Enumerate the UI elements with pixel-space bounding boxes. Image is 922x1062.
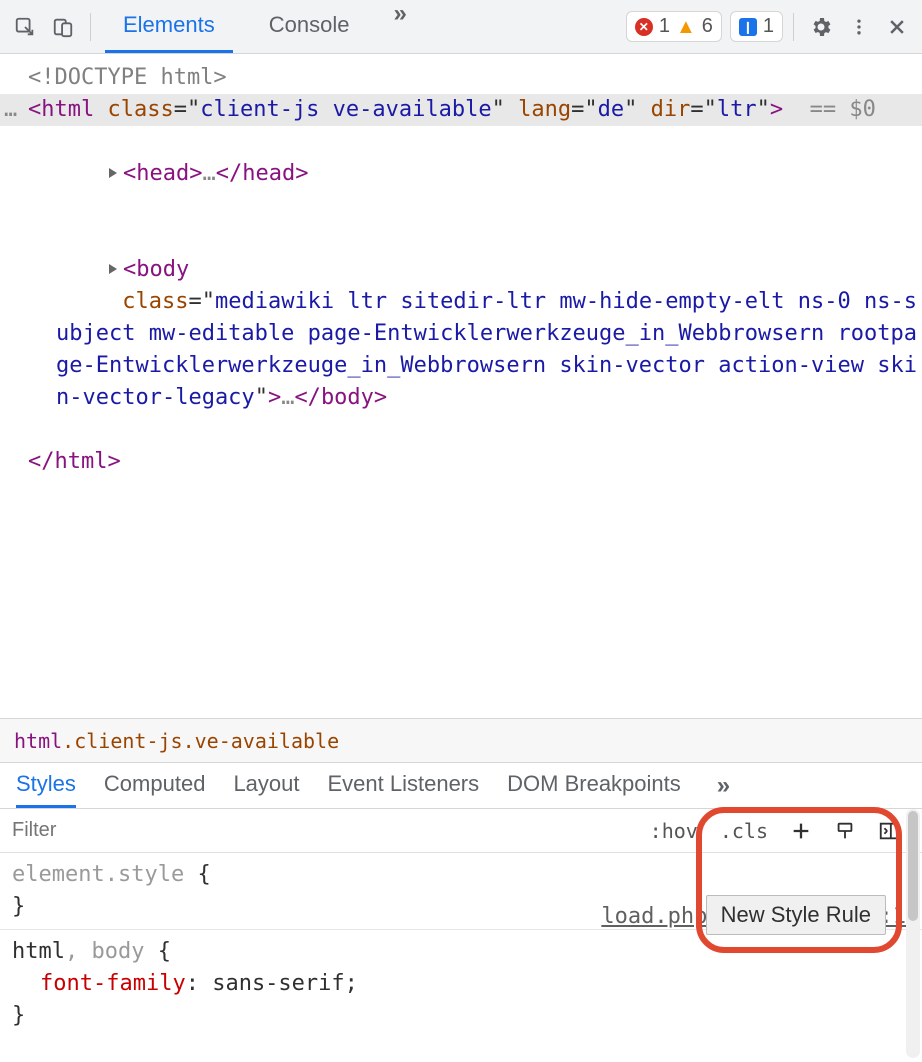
dom-node-body[interactable]: <body class="mediawiki ltr sitedir-ltr m…: [0, 222, 922, 446]
breadcrumb-tag[interactable]: html: [14, 729, 62, 753]
styles-filter-input[interactable]: [0, 809, 634, 852]
dom-doctype[interactable]: <!DOCTYPE html>: [0, 62, 922, 94]
issues-count: 1: [763, 15, 774, 38]
tab-event-listeners[interactable]: Event Listeners: [328, 763, 480, 808]
warnings-count: 6: [702, 15, 713, 38]
inspect-icon[interactable]: [8, 10, 42, 44]
tab-dom-breakpoints[interactable]: DOM Breakpoints: [507, 763, 681, 808]
paint-flash-icon[interactable]: [828, 814, 862, 848]
new-style-rule-button[interactable]: [784, 814, 818, 848]
styles-rules[interactable]: element.style { } html, body { font-fami…: [0, 853, 922, 1062]
styles-toolbar: :hov .cls: [0, 809, 922, 853]
tab-computed[interactable]: Computed: [104, 763, 206, 808]
styles-tabs: Styles Computed Layout Event Listeners D…: [0, 763, 922, 809]
tab-console[interactable]: Console: [251, 0, 368, 53]
devtools-toolbar: Elements Console » ✕ 1 ▲ 6 ❙ 1: [0, 0, 922, 54]
toolbar-separator: [90, 13, 91, 41]
breadcrumb-classes[interactable]: .client-js.ve-available: [62, 729, 339, 753]
warning-icon: ▲: [676, 17, 696, 37]
dom-node-html[interactable]: <html class="client-js ve-available" lan…: [0, 94, 922, 126]
dom-node-html-close[interactable]: </html>: [0, 446, 922, 478]
issues-icon: ❙: [739, 18, 757, 36]
errors-warnings-badge[interactable]: ✕ 1 ▲ 6: [626, 11, 722, 42]
expand-triangle-icon[interactable]: [109, 264, 117, 274]
panel-tabs: Elements Console »: [105, 0, 415, 53]
new-style-rule-tooltip: New Style Rule: [706, 895, 886, 935]
errors-count: 1: [659, 15, 670, 38]
selected-marker: == $0: [810, 97, 876, 122]
kebab-menu-icon[interactable]: [842, 10, 876, 44]
styles-pane: Styles Computed Layout Event Listeners D…: [0, 762, 922, 1062]
tab-styles[interactable]: Styles: [16, 763, 76, 808]
issues-badge[interactable]: ❙ 1: [730, 11, 783, 42]
hov-toggle[interactable]: :hov: [644, 815, 704, 847]
error-icon: ✕: [635, 18, 653, 36]
computed-sidebar-icon[interactable]: [872, 814, 906, 848]
rule-html-body[interactable]: html, body { font-family: sans-serif; }: [12, 936, 910, 1032]
more-tabs-icon[interactable]: »: [385, 0, 414, 53]
toolbar-separator: [793, 13, 794, 41]
dom-breadcrumb[interactable]: html.client-js.ve-available: [0, 718, 922, 762]
scrollbar[interactable]: [906, 809, 920, 1058]
tab-layout[interactable]: Layout: [233, 763, 299, 808]
settings-gear-icon[interactable]: [804, 10, 838, 44]
more-styles-tabs-icon[interactable]: »: [709, 772, 738, 800]
expand-triangle-icon[interactable]: [109, 168, 117, 178]
dom-tree[interactable]: <!DOCTYPE html> <html class="client-js v…: [0, 54, 922, 718]
cls-toggle[interactable]: .cls: [714, 815, 774, 847]
device-toggle-icon[interactable]: [46, 10, 80, 44]
close-icon[interactable]: [880, 10, 914, 44]
dom-node-head[interactable]: <head>…</head>: [0, 126, 922, 222]
tab-elements[interactable]: Elements: [105, 0, 233, 53]
